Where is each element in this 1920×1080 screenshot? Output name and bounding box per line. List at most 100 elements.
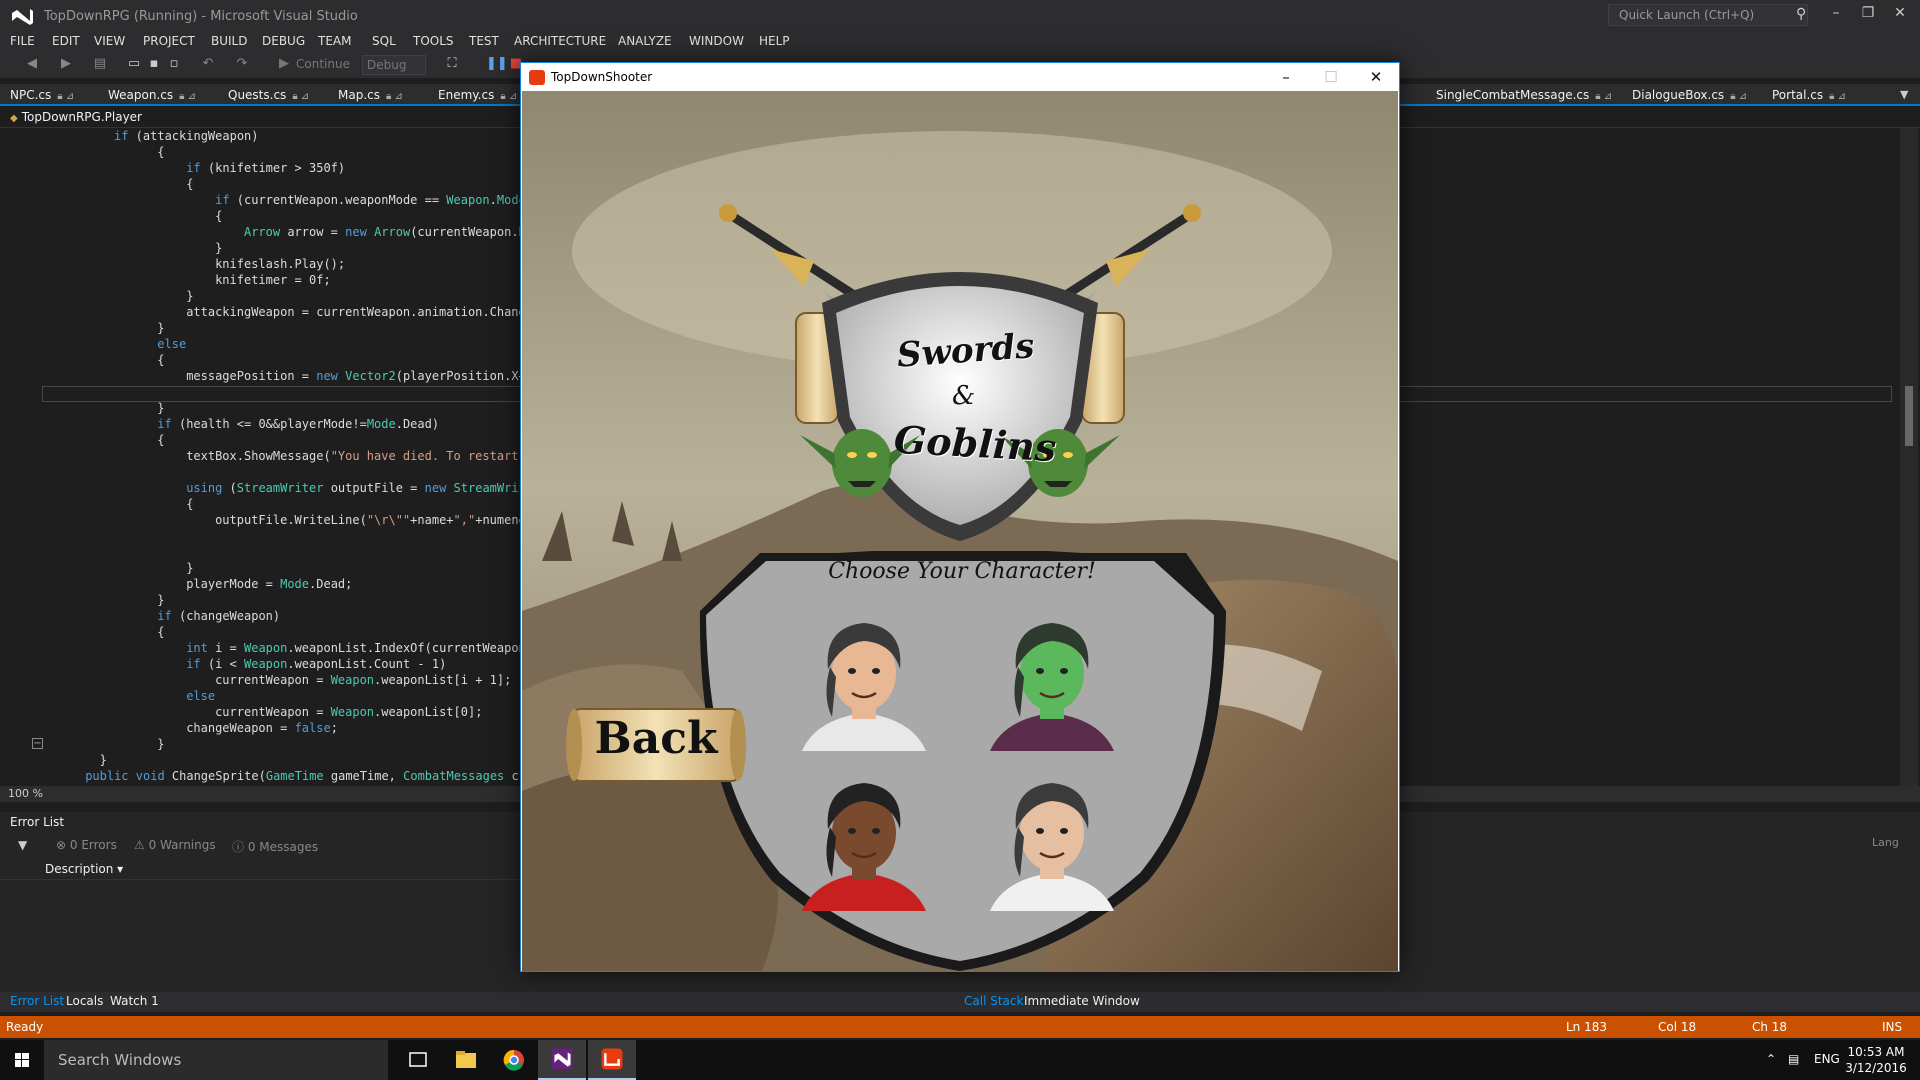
code-line[interactable]: } (42, 240, 533, 256)
search-icon[interactable]: ⚲ (1796, 6, 1806, 22)
filter-icon[interactable]: ▼ (18, 838, 27, 852)
code-line[interactable] (42, 544, 533, 560)
doc-tab-portal-cs[interactable]: Portal.cs 🔒︎ ⊿ (1772, 88, 1846, 102)
game-window-title-bar[interactable]: TopDownShooter – ☐ ✕ (521, 63, 1399, 91)
character-portrait-2[interactable] (980, 607, 1124, 751)
doc-tab-quests-cs[interactable]: Quests.cs 🔒︎ ⊿ (228, 88, 309, 102)
menu-window[interactable]: WINDOW (689, 34, 744, 48)
back-icon[interactable]: ◀ (24, 56, 40, 72)
menu-tools[interactable]: TOOLS (413, 34, 454, 48)
tool-tab-immediate-window[interactable]: Immediate Window (1024, 994, 1140, 1008)
doc-tab-enemy-cs[interactable]: Enemy.cs 🔒︎ ⊿ (438, 88, 517, 102)
menu-analyze[interactable]: ANALYZE (618, 34, 672, 48)
minimize-icon[interactable]: – (1824, 5, 1848, 25)
errors-filter[interactable]: ⊗ 0 Errors (56, 838, 117, 852)
code-line[interactable]: { (42, 352, 533, 368)
new-project-icon[interactable]: ▤ (92, 56, 108, 72)
monogame-taskbar-icon[interactable] (588, 1040, 636, 1080)
code-line[interactable]: } (42, 288, 533, 304)
description-column-header[interactable]: Description ▾ (45, 862, 123, 876)
code-line[interactable]: textBox.ShowMessage("You have died. To r… (42, 448, 533, 464)
notifications-icon[interactable]: ▤ (1788, 1052, 1799, 1066)
game-close-icon[interactable]: ✕ (1361, 66, 1391, 88)
menu-edit[interactable]: EDIT (52, 34, 80, 48)
code-line[interactable] (42, 464, 533, 480)
attach-icon[interactable]: ⛶ (444, 56, 460, 72)
warnings-filter[interactable]: ⚠ 0 Warnings (134, 838, 216, 852)
tab-pin-icon[interactable]: 🔒︎ ⊿ (386, 91, 403, 102)
code-line[interactable]: } (42, 736, 533, 752)
code-line[interactable]: { (42, 496, 533, 512)
code-line[interactable]: { (42, 176, 533, 192)
tab-pin-icon[interactable]: 🔒︎ ⊿ (292, 91, 309, 102)
windows-start-icon[interactable] (0, 1040, 44, 1080)
code-line[interactable]: { (42, 144, 533, 160)
code-line[interactable]: } (42, 592, 533, 608)
character-portrait-1[interactable] (792, 607, 936, 751)
tab-pin-icon[interactable]: 🔒︎ ⊿ (1829, 91, 1846, 102)
code-line[interactable]: } (42, 560, 533, 576)
character-portrait-3[interactable] (792, 767, 936, 911)
game-maximize-icon[interactable]: ☐ (1316, 66, 1346, 88)
menu-project[interactable]: PROJECT (143, 34, 195, 48)
language-indicator[interactable]: ENG (1814, 1052, 1840, 1066)
doc-tab-npc-cs[interactable]: NPC.cs 🔒︎ ⊿ (10, 88, 74, 102)
menu-architecture[interactable]: ARCHITECTURE (514, 34, 606, 48)
code-line[interactable]: else (42, 336, 533, 352)
menu-file[interactable]: FILE (10, 34, 35, 48)
doc-tab-dialoguebox-cs[interactable]: DialogueBox.cs 🔒︎ ⊿ (1632, 88, 1747, 102)
code-line[interactable]: if (knifetimer > 350f) (42, 160, 533, 176)
save-all-icon[interactable]: ▫ (166, 56, 182, 72)
collapse-icon[interactable]: − (32, 738, 43, 749)
save-icon[interactable]: ▪ (146, 56, 162, 72)
code-text[interactable]: if (attackingWeapon) { if (knifetimer > … (42, 128, 533, 786)
code-line[interactable]: currentWeapon = Weapon.weaponList[0]; (42, 704, 533, 720)
code-line[interactable]: messagePosition = new Vector2(playerPosi… (42, 368, 533, 384)
code-line[interactable]: } (42, 400, 533, 416)
tab-overflow-icon[interactable]: ▼ (1900, 88, 1908, 101)
back-button[interactable]: Back (570, 703, 742, 783)
close-icon[interactable]: ✕ (1888, 5, 1912, 25)
undo-icon[interactable]: ↶ (200, 56, 216, 72)
code-line[interactable]: if (attackingWeapon) (42, 128, 533, 144)
doc-tab-singlecombatmessage-cs[interactable]: SingleCombatMessage.cs 🔒︎ ⊿ (1436, 88, 1612, 102)
configuration-dropdown[interactable]: Debug (362, 55, 426, 75)
code-line[interactable]: if (health <= 0&&playerMode!=Mode.Dead) (42, 416, 533, 432)
game-minimize-icon[interactable]: – (1271, 66, 1301, 88)
menu-view[interactable]: VIEW (94, 34, 125, 48)
menu-build[interactable]: BUILD (211, 34, 247, 48)
code-line[interactable]: { (42, 208, 533, 224)
chrome-icon[interactable] (490, 1040, 538, 1080)
code-line[interactable]: { (42, 432, 533, 448)
zoom-dropdown[interactable]: 100 % (8, 787, 43, 800)
editor-scrollbar[interactable] (1900, 128, 1918, 786)
menu-debug[interactable]: DEBUG (262, 34, 305, 48)
menu-sql[interactable]: SQL (372, 34, 396, 48)
continue-button[interactable]: Continue (296, 57, 350, 71)
tab-pin-icon[interactable]: 🔒︎ ⊿ (500, 91, 517, 102)
doc-tab-map-cs[interactable]: Map.cs 🔒︎ ⊿ (338, 88, 403, 102)
tab-pin-icon[interactable]: 🔒︎ ⊿ (1595, 91, 1612, 102)
tab-pin-icon[interactable]: 🔒︎ ⊿ (179, 91, 196, 102)
code-line[interactable]: changeWeapon = false; (42, 720, 533, 736)
code-line[interactable]: currentWeapon = Weapon.weaponList[i + 1]… (42, 672, 533, 688)
visual-studio-taskbar-icon[interactable] (538, 1040, 586, 1080)
code-line[interactable]: else (42, 688, 533, 704)
code-line[interactable]: { (42, 624, 533, 640)
code-line[interactable]: int i = Weapon.weaponList.IndexOf(curren… (42, 640, 533, 656)
continue-icon[interactable]: ▶ (276, 56, 292, 72)
code-line[interactable]: Arrow arrow = new Arrow(currentWeapon.bu (42, 224, 533, 240)
pause-icon[interactable]: ❚❚ (486, 56, 508, 72)
tray-chevron-icon[interactable]: ⌃ (1766, 1052, 1776, 1066)
code-line[interactable]: if (changeWeapon) (42, 608, 533, 624)
tool-tab-locals[interactable]: Locals (66, 994, 103, 1008)
code-line[interactable]: using (StreamWriter outputFile = new Str… (42, 480, 533, 496)
file-explorer-icon[interactable] (442, 1040, 490, 1080)
quick-launch-input[interactable]: Quick Launch (Ctrl+Q) (1608, 4, 1808, 26)
tab-pin-icon[interactable]: 🔒︎ ⊿ (1730, 91, 1747, 102)
tool-tab-error-list[interactable]: Error List (10, 994, 64, 1008)
forward-icon[interactable]: ▶ (58, 56, 74, 72)
lang-column-header[interactable]: Lang (1872, 836, 1899, 849)
code-line[interactable]: } (42, 752, 533, 768)
task-view-icon[interactable] (394, 1040, 442, 1080)
